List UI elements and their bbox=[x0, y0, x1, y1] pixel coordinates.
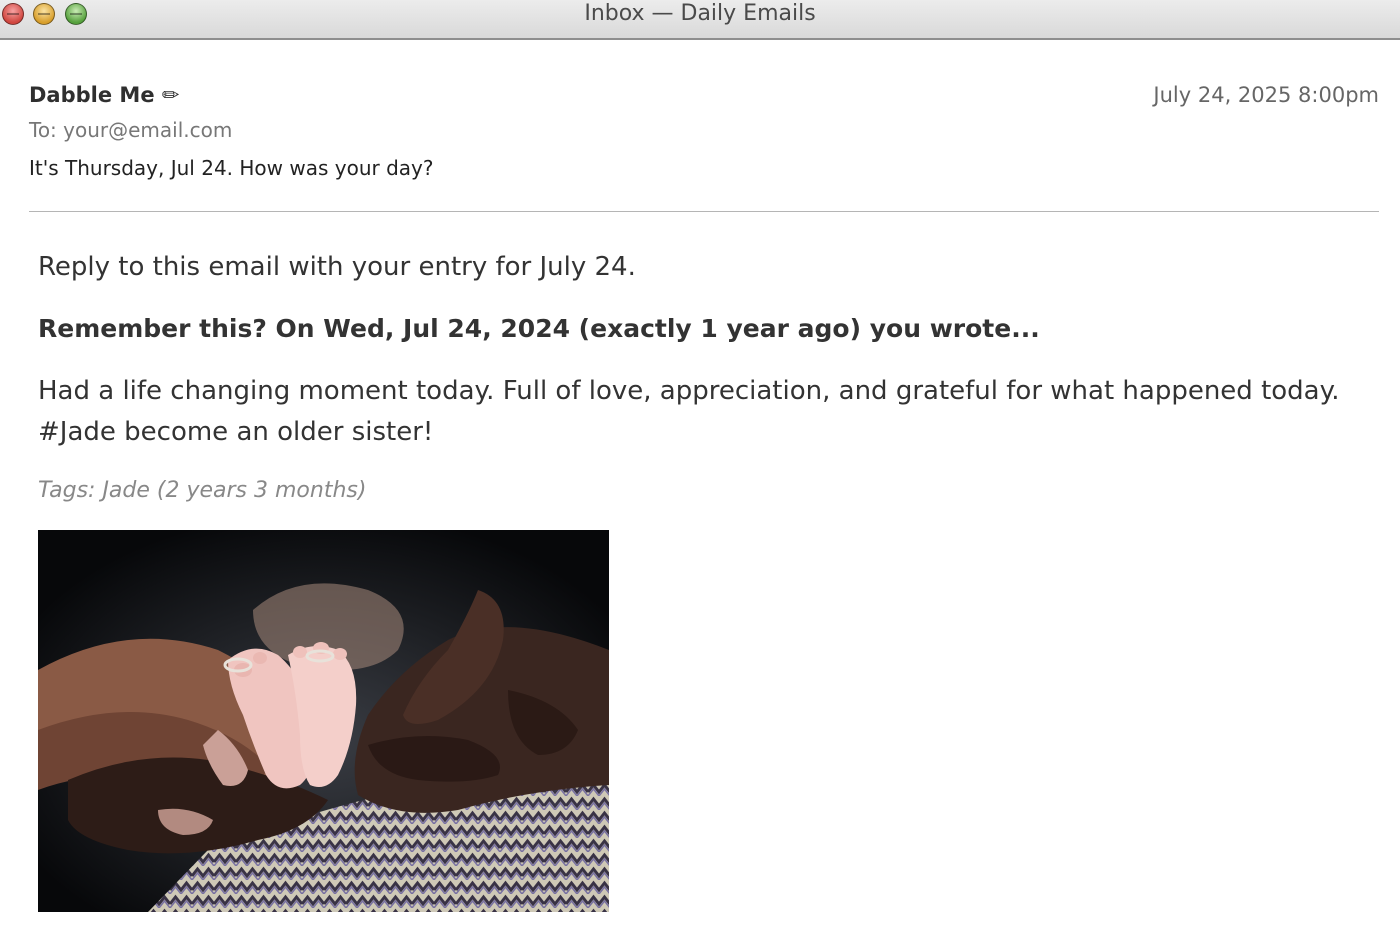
sender-name[interactable]: Dabble Me ✏ bbox=[29, 83, 179, 107]
entry-photo bbox=[38, 530, 609, 912]
entry-tags: Tags: Jade (2 years 3 months) bbox=[38, 478, 367, 503]
recipient-line: To: your@email.com bbox=[29, 118, 233, 142]
baby-feet-hands-image bbox=[38, 530, 609, 912]
past-entry-text: Had a life changing moment today. Full o… bbox=[38, 376, 1340, 447]
title-bar[interactable]: Inbox — Daily Emails bbox=[0, 0, 1400, 40]
email-date: July 24, 2025 8:00pm bbox=[1153, 83, 1379, 107]
email-subject: It's Thursday, Jul 24. How was your day? bbox=[29, 156, 434, 180]
memory-heading: Remember this? On Wed, Jul 24, 2024 (exa… bbox=[38, 314, 1040, 343]
window-title: Inbox — Daily Emails bbox=[584, 1, 816, 26]
email-window: Inbox — Daily Emails Dabble Me ✏ July 24… bbox=[0, 0, 1400, 949]
reply-prompt: Reply to this email with your entry for … bbox=[38, 252, 636, 282]
header-divider bbox=[29, 211, 1379, 212]
